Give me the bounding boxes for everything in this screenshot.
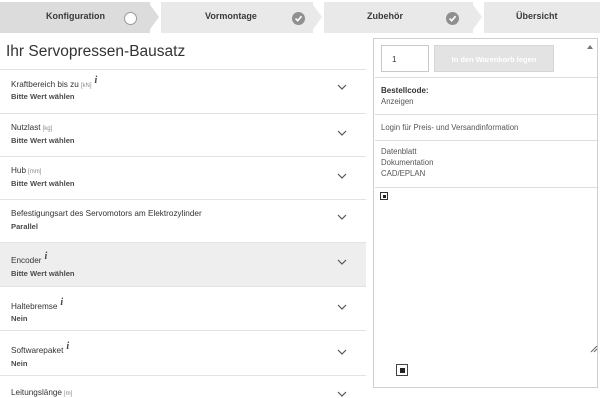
step-uebersicht[interactable]: Übersicht [484,2,600,33]
config-row-name: Befestigungsart des Servomotors am Elekt… [11,209,202,218]
divider [375,114,597,115]
info-i-icon[interactable]: i [45,251,48,262]
step-label: Zubehör [367,11,403,21]
config-row-name: Hub [11,166,27,175]
scroll-up-icon[interactable] [587,45,593,49]
check-circle-icon [292,12,305,25]
chevron-down-icon[interactable] [337,349,347,355]
step-separator-tip [311,2,322,32]
config-row-label: Haltebremse i [11,297,63,312]
step-konfiguration[interactable]: Konfiguration [0,2,150,33]
order-code-label: Bestellcode: [381,86,429,95]
chevron-down-icon[interactable] [337,214,347,220]
config-row-unit: [kg] [42,126,53,132]
chevron-down-icon[interactable] [337,130,347,136]
config-row-label: Nutzlast [kg] [11,123,52,132]
config-row-value: Nein [11,359,28,368]
chevron-down-icon[interactable] [337,304,347,310]
config-row-value: Bitte Wert wählen [11,92,75,101]
config-row-name: Haltebremse [11,302,58,311]
config-row-name: Encoder [11,256,42,265]
config-row-nutzlast[interactable]: Nutzlast [kg] Bitte Wert wählen [0,113,366,156]
chevron-down-icon[interactable] [337,84,347,90]
config-row-value: Bitte Wert wählen [11,179,75,188]
check-circle-icon [446,12,459,25]
step-label: Vormontage [205,11,257,21]
config-row-encoder[interactable]: Encoder i Bitte Wert wählen [0,242,366,286]
image-placeholder-icon [380,192,388,200]
datasheet-link[interactable]: Datenblatt [381,147,417,156]
config-row-name: Nutzlast [11,123,41,132]
config-row-value: Nein [11,314,28,323]
step-separator-tip [148,2,159,32]
chevron-down-icon[interactable] [337,173,347,179]
config-row-value: Bitte Wert wählen [11,136,75,145]
config-row-name: Softwarepaket [11,346,64,355]
config-row-leitungslaenge[interactable]: Leitungslänge [m] [0,375,366,398]
config-row-kraftbereich[interactable]: Kraftbereich bis zu [kN] i Bitte Wert wähl… [0,69,366,113]
config-row-befestigungsart[interactable]: Befestigungsart des Servomotors am Elekt… [0,199,366,242]
step-separator-tip [471,2,482,32]
info-i-icon[interactable]: i [94,75,97,86]
config-row-unit: [mm] [28,169,42,175]
config-title: Ihr Servopressen-Bausatz [6,43,186,60]
order-code-link[interactable]: Anzeigen [381,97,414,106]
divider [375,187,597,188]
step-label: Übersicht [516,11,558,21]
documentation-link[interactable]: Dokumentation [381,158,433,167]
config-row-value: Parallel [11,222,39,231]
login-link[interactable]: Login für Preis- und Versandinformation [381,123,518,132]
chevron-down-icon[interactable] [337,391,347,397]
step-bar: Konfiguration Vormontage Zubehör Übersic… [0,0,600,33]
config-row-label: Leitungslänge [m] [11,388,72,397]
cad-eplan-link[interactable]: CAD/EPLAN [381,169,425,178]
config-row-name: Leitungslänge [11,388,62,397]
radio-empty-icon [124,12,137,25]
step-label: Konfiguration [46,11,105,21]
config-row-label: Befestigungsart des Servomotors am Elekt… [11,209,202,218]
config-row-hub[interactable]: Hub [mm] Bitte Wert wählen [0,156,366,199]
info-i-icon[interactable]: i [66,341,69,352]
config-row-unit: [kN] [80,83,92,89]
order-panel: 1 In den Warenkorb legen Bestellcode: An… [373,38,598,388]
config-row-name: Kraftbereich bis zu [11,80,79,89]
divider [375,140,597,141]
add-to-cart-button[interactable]: In den Warenkorb legen [434,45,554,72]
config-row-label: Encoder i [11,251,47,266]
resize-icon[interactable] [590,345,598,353]
config-row-label: Kraftbereich bis zu [kN] i [11,75,97,90]
config-row-softwarepaket[interactable]: Softwarepaket i Nein [0,330,366,375]
quantity-input[interactable]: 1 [381,45,429,72]
step-vormontage[interactable]: Vormontage [161,2,313,33]
config-row-value: Bitte Wert wählen [11,269,75,278]
info-i-icon[interactable]: i [60,297,63,308]
chevron-down-icon[interactable] [337,259,347,265]
config-row-label: Softwarepaket i [11,341,69,356]
step-zubehoer[interactable]: Zubehör [324,2,473,33]
image-placeholder-icon [396,364,408,376]
config-row-haltebremse[interactable]: Haltebremse i Nein [0,286,366,330]
config-row-unit: [m] [64,391,73,397]
config-row-label: Hub [mm] [11,166,41,175]
divider [375,77,597,78]
